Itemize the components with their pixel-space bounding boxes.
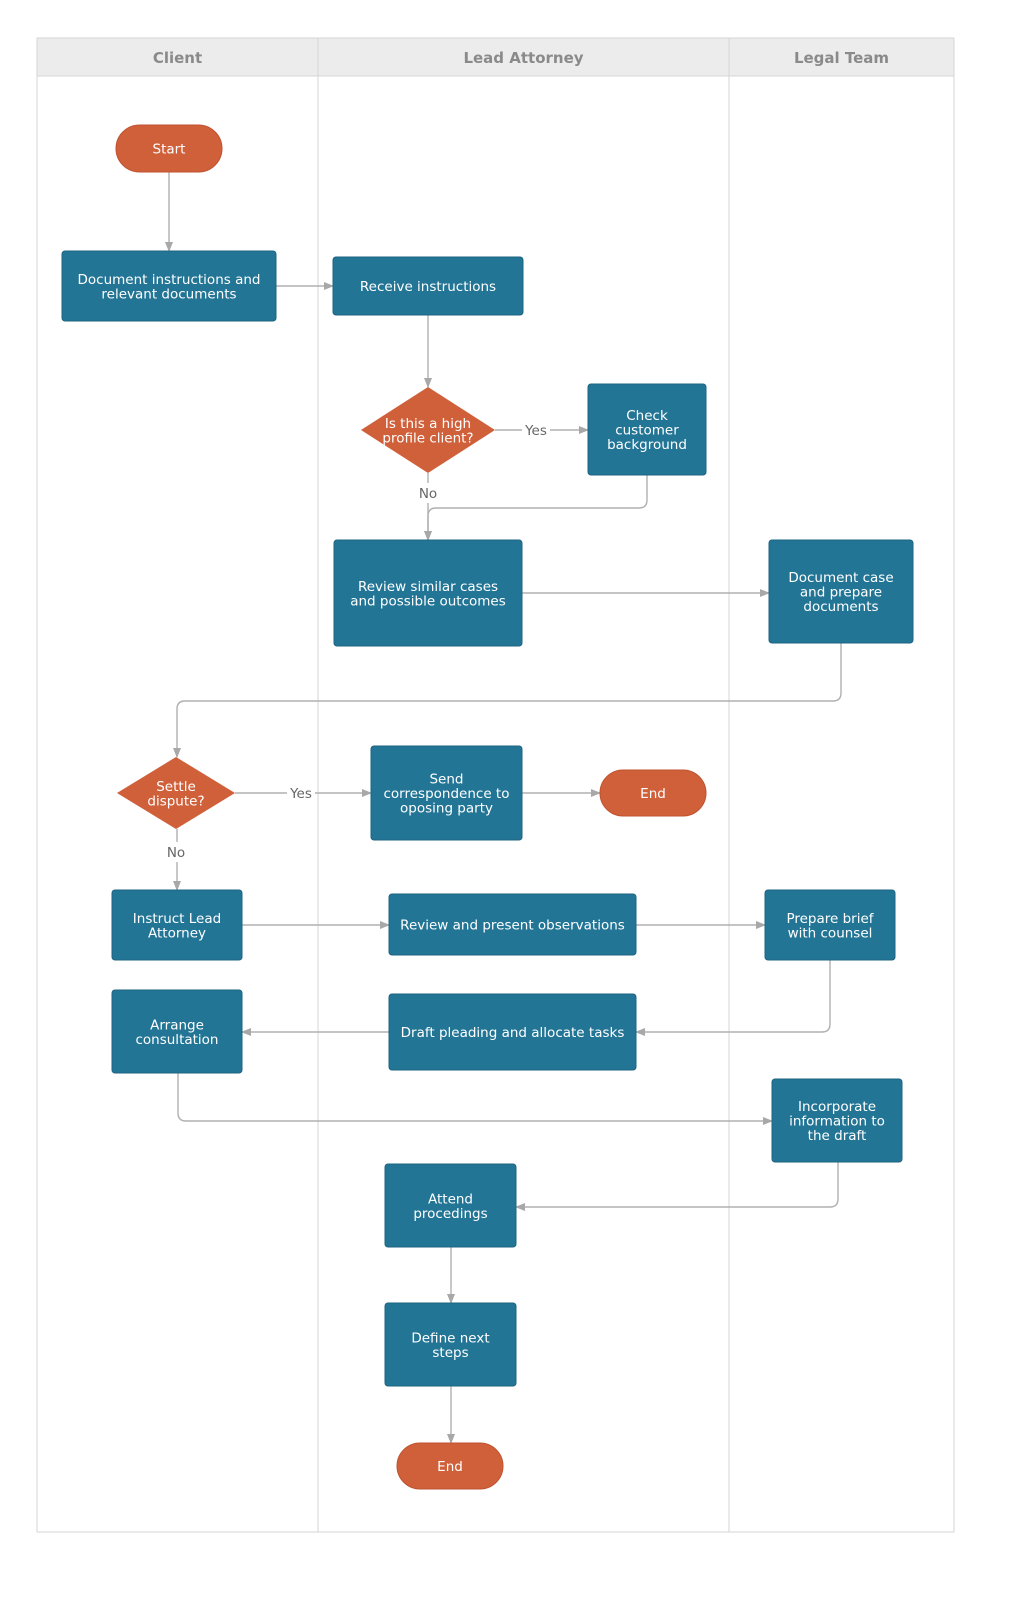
node-label: and possible outcomes (350, 593, 506, 609)
terminal-end1[interactable]: End (599, 769, 707, 817)
process-incorporate[interactable]: Incorporateinformation tothe draft (771, 1078, 903, 1163)
node-label: Attorney (148, 925, 206, 941)
process-doc_instr[interactable]: Document instructions andrelevant docume… (61, 250, 277, 322)
process-send[interactable]: Sendcorrespondence tooposing party (370, 745, 523, 841)
edge-label-no: No (419, 486, 437, 502)
node-label: procedings (413, 1206, 487, 1222)
node-label: the draft (808, 1128, 867, 1144)
node-label: End (640, 786, 666, 802)
lane-legal: Legal Team (728, 37, 955, 1533)
process-doc_case[interactable]: Document caseand preparedocuments (768, 539, 914, 644)
node-label: consultation (135, 1032, 218, 1048)
node-label: relevant documents (101, 286, 236, 302)
process-draft[interactable]: Draft pleading and allocate tasks (388, 993, 637, 1071)
process-prepare[interactable]: Prepare briefwith counsel (764, 889, 896, 961)
lane-body (728, 75, 955, 1533)
node-label: documents (803, 599, 878, 615)
node-label: Start (153, 142, 186, 158)
node-label: background (607, 437, 687, 453)
edge-label-no: No (167, 845, 185, 861)
node-label: Receive instructions (360, 279, 496, 295)
lane-title: Client (153, 49, 202, 67)
process-review[interactable]: Review similar casesand possible outcome… (333, 539, 523, 647)
terminal-start[interactable]: Start (115, 124, 223, 173)
process-attend[interactable]: Attendprocedings (384, 1163, 517, 1248)
process-check[interactable]: Checkcustomerbackground (587, 383, 707, 476)
process-instruct[interactable]: Instruct LeadAttorney (111, 889, 243, 961)
node-label: Draft pleading and allocate tasks (401, 1025, 625, 1041)
terminal-end2[interactable]: End (396, 1442, 504, 1490)
node-label: oposing party (400, 801, 493, 817)
node-label: dispute? (147, 793, 204, 809)
node-label: Review and present observations (400, 918, 625, 934)
node-label: with counsel (788, 925, 873, 941)
process-define[interactable]: Define nextsteps (384, 1302, 517, 1387)
edge-label-yes: Yes (289, 786, 312, 802)
edge-label-yes: Yes (524, 423, 547, 439)
node-label: steps (432, 1345, 468, 1361)
node-label: End (437, 1459, 463, 1475)
swimlane-flowchart: Client Lead Attorney Legal Team Yes No Yes No S… (36, 37, 955, 1533)
node-label: profile client? (382, 430, 473, 446)
process-review_obs[interactable]: Review and present observations (388, 893, 637, 956)
process-receive[interactable]: Receive instructions (332, 256, 524, 316)
lane-title: Lead Attorney (463, 49, 583, 67)
process-arrange[interactable]: Arrangeconsultation (111, 989, 243, 1074)
lane-title: Legal Team (794, 49, 889, 67)
